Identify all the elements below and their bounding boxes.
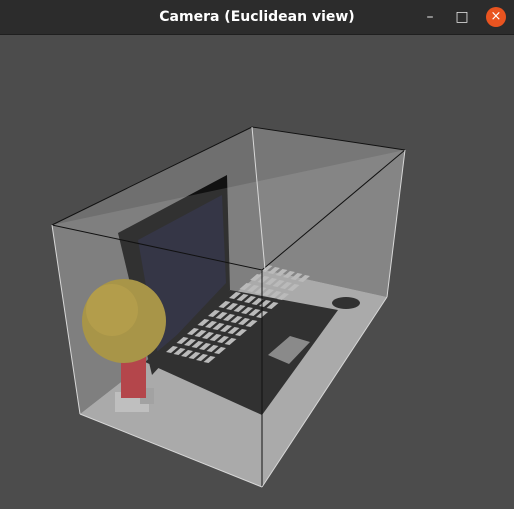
maximize-icon: □ xyxy=(455,9,469,25)
3d-viewport[interactable] xyxy=(0,35,514,509)
minimize-icon: – xyxy=(426,9,434,25)
camera-window: Camera (Euclidean view) – □ × xyxy=(0,0,514,509)
close-button[interactable]: × xyxy=(486,7,506,27)
scene-canvas[interactable] xyxy=(0,35,514,509)
close-icon: × xyxy=(490,9,502,24)
title-bar[interactable]: Camera (Euclidean view) – □ × xyxy=(0,0,514,35)
maximize-button[interactable]: □ xyxy=(452,7,472,27)
minimize-button[interactable]: – xyxy=(420,7,440,27)
